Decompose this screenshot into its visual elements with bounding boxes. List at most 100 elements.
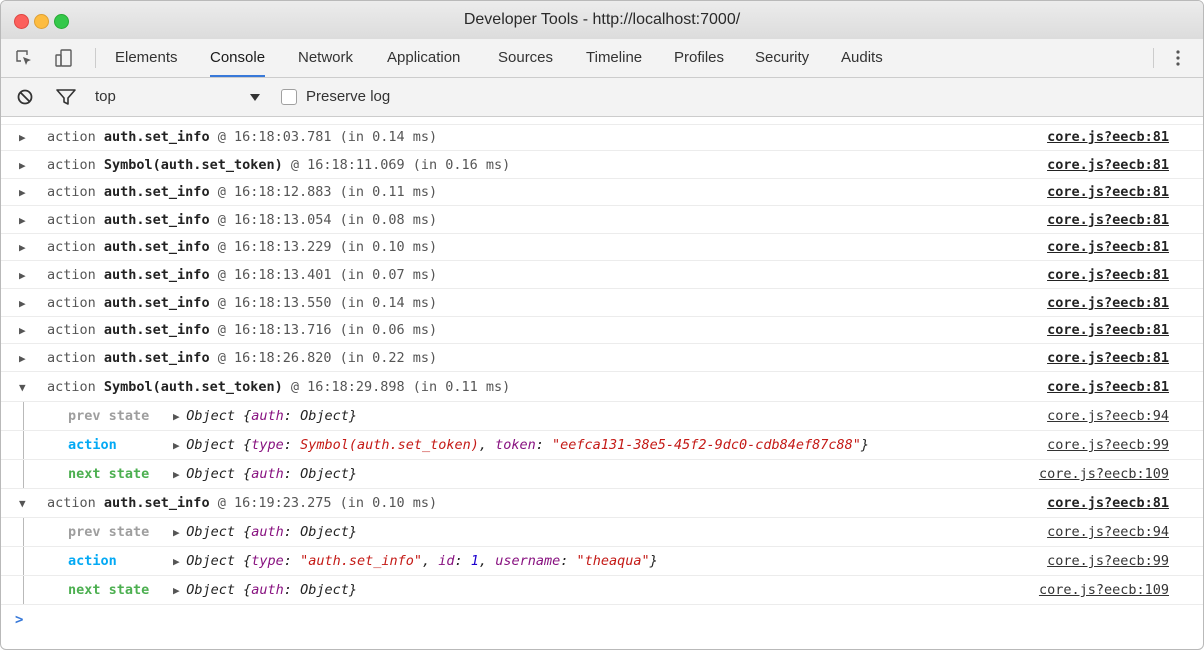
object-preview[interactable]: ▶ Object {type: "auth.set_info", id: 1, … xyxy=(173,547,658,576)
log-row[interactable]: ▶ action auth.set_info @ 16:18:13.054 (in… xyxy=(1,207,1203,234)
action-label: action xyxy=(68,553,117,569)
next-state-row: next state ▶ Object {auth: Object} core.… xyxy=(1,576,1203,605)
console-log: ▶ action auth.set_info @ 16:18:03.781 (in… xyxy=(1,116,1203,649)
clear-console-icon[interactable] xyxy=(16,88,34,110)
collapsed-triangle-icon[interactable]: ▶ xyxy=(19,345,26,372)
inspect-element-icon[interactable] xyxy=(15,49,33,67)
next-state-label: next state xyxy=(68,582,150,598)
source-link[interactable]: core.js?eecb:81 xyxy=(1047,373,1169,402)
expand-triangle-icon: ▶ xyxy=(173,526,187,539)
source-link[interactable]: core.js?eecb:109 xyxy=(1039,460,1169,489)
object-preview[interactable]: ▶ Object {auth: Object} xyxy=(173,518,357,547)
collapsed-triangle-icon[interactable]: ▶ xyxy=(19,317,26,344)
context-select[interactable]: top xyxy=(95,88,116,105)
tab-audits[interactable]: Audits xyxy=(841,39,883,77)
source-link[interactable]: core.js?eecb:94 xyxy=(1047,518,1169,547)
next-state-label: next state xyxy=(68,466,150,482)
log-message: action auth.set_info @ 16:18:13.229 (in … xyxy=(47,239,438,256)
source-link[interactable]: core.js?eecb:81 xyxy=(1047,345,1169,372)
devtools-tab-bar: Elements Console Network Application Sou… xyxy=(1,39,1203,78)
preserve-log-label: Preserve log xyxy=(306,88,391,105)
tab-profiles[interactable]: Profiles xyxy=(674,39,724,77)
next-state-row: next state ▶ Object {auth: Object} core.… xyxy=(1,460,1203,489)
expand-triangle-icon: ▶ xyxy=(173,555,187,568)
log-row[interactable]: ▶ action auth.set_info @ 16:18:13.229 (in… xyxy=(1,234,1203,262)
expand-triangle-icon: ▶ xyxy=(173,410,187,423)
source-link[interactable]: core.js?eecb:81 xyxy=(1047,290,1169,317)
collapsed-triangle-icon[interactable]: ▶ xyxy=(19,262,26,289)
tab-console[interactable]: Console xyxy=(210,39,266,77)
expanded-triangle-icon[interactable]: ▼ xyxy=(19,489,26,518)
collapsed-triangle-icon[interactable]: ▶ xyxy=(19,234,26,261)
preserve-log-checkbox[interactable] xyxy=(281,89,297,105)
collapsed-triangle-icon[interactable]: ▶ xyxy=(19,124,26,151)
expand-triangle-icon: ▶ xyxy=(173,584,187,597)
source-link[interactable]: core.js?eecb:94 xyxy=(1047,402,1169,431)
source-link[interactable]: core.js?eecb:81 xyxy=(1047,207,1169,234)
source-link[interactable]: core.js?eecb:81 xyxy=(1047,179,1169,206)
log-message: action auth.set_info @ 16:19:23.275 (in … xyxy=(47,495,438,511)
window-title: Developer Tools - http://localhost:7000/ xyxy=(463,11,741,28)
collapsed-triangle-icon[interactable]: ▶ xyxy=(19,179,26,206)
object-preview[interactable]: ▶ Object {auth: Object} xyxy=(173,576,357,605)
log-row[interactable]: ▶ action auth.set_info @ 16:18:12.883 (in… xyxy=(1,179,1203,207)
tab-elements[interactable]: Elements xyxy=(115,39,178,77)
devtools-window: Developer Tools - http://localhost:7000/… xyxy=(0,0,1204,650)
source-link[interactable]: core.js?eecb:81 xyxy=(1047,124,1169,151)
toolbar-separator xyxy=(95,48,96,68)
expand-triangle-icon: ▶ xyxy=(173,468,187,481)
log-row[interactable]: ▶ action auth.set_info @ 16:18:03.781 (in… xyxy=(1,124,1203,151)
log-message: action auth.set_info @ 16:18:03.781 (in … xyxy=(47,129,438,145)
prev-state-label: prev state xyxy=(68,524,150,540)
log-message: action auth.set_info @ 16:18:13.054 (in … xyxy=(47,211,438,228)
source-link[interactable]: core.js?eecb:81 xyxy=(1047,234,1169,261)
tab-application[interactable]: Application xyxy=(387,39,460,77)
source-link[interactable]: core.js?eecb:81 xyxy=(1047,262,1169,289)
tab-sources[interactable]: Sources xyxy=(498,39,553,77)
title-bar: Developer Tools - http://localhost:7000/ xyxy=(1,1,1203,40)
console-prompt-icon[interactable]: > xyxy=(15,612,23,628)
log-message: action auth.set_info @ 16:18:13.550 (in … xyxy=(47,294,438,311)
log-message: action Symbol(auth.set_token) @ 16:18:11… xyxy=(47,156,511,173)
source-link[interactable]: core.js?eecb:109 xyxy=(1039,576,1169,605)
collapsed-triangle-icon[interactable]: ▶ xyxy=(19,207,26,234)
object-preview[interactable]: ▶ Object {type: Symbol(auth.set_token), … xyxy=(173,431,869,460)
tab-network[interactable]: Network xyxy=(298,39,353,77)
device-toolbar-icon[interactable] xyxy=(55,49,73,67)
log-row[interactable]: ▶ action auth.set_info @ 16:18:13.401 (in… xyxy=(1,262,1203,289)
more-vertical-icon[interactable] xyxy=(1163,39,1193,77)
object-preview[interactable]: ▶ Object {auth: Object} xyxy=(173,402,357,431)
source-link[interactable]: core.js?eecb:81 xyxy=(1047,489,1169,518)
action-row: action ▶ Object {type: "auth.set_info", … xyxy=(1,547,1203,576)
dropdown-arrow-icon[interactable] xyxy=(249,90,261,107)
source-link[interactable]: core.js?eecb:99 xyxy=(1047,431,1169,460)
log-group-header[interactable]: ▼ action Symbol(auth.set_token) @ 16:18:… xyxy=(1,373,1203,402)
prev-state-label: prev state xyxy=(68,408,150,424)
tab-security[interactable]: Security xyxy=(755,39,809,77)
log-row[interactable]: ▶ action auth.set_info @ 16:18:13.550 (in… xyxy=(1,290,1203,317)
log-message: action Symbol(auth.set_token) @ 16:18:29… xyxy=(47,379,511,395)
log-message: action auth.set_info @ 16:18:13.716 (in … xyxy=(47,322,438,339)
tab-timeline[interactable]: Timeline xyxy=(586,39,642,77)
log-message: action auth.set_info @ 16:18:26.820 (in … xyxy=(47,349,438,366)
log-row[interactable]: ▶ action auth.set_info @ 16:18:13.716 (in… xyxy=(1,317,1203,345)
source-link[interactable]: core.js?eecb:81 xyxy=(1047,152,1169,179)
source-link[interactable]: core.js?eecb:99 xyxy=(1047,547,1169,576)
object-preview[interactable]: ▶ Object {auth: Object} xyxy=(173,460,357,489)
log-message: action auth.set_info @ 16:18:12.883 (in … xyxy=(47,184,438,201)
collapsed-triangle-icon[interactable]: ▶ xyxy=(19,152,26,179)
source-link[interactable]: core.js?eecb:81 xyxy=(1047,317,1169,344)
log-row[interactable]: ▶ action Symbol(auth.set_token) @ 16:18:1… xyxy=(1,152,1203,179)
log-message: action auth.set_info @ 16:18:13.401 (in … xyxy=(47,267,438,283)
action-label: action xyxy=(68,437,117,453)
action-row: action ▶ Object {type: Symbol(auth.set_t… xyxy=(1,431,1203,460)
expand-triangle-icon: ▶ xyxy=(173,439,187,452)
filter-icon[interactable] xyxy=(55,88,77,110)
prev-state-row: prev state ▶ Object {auth: Object} core.… xyxy=(1,518,1203,547)
collapsed-triangle-icon[interactable]: ▶ xyxy=(19,290,26,317)
log-group-header[interactable]: ▼ action auth.set_info @ 16:19:23.275 (i… xyxy=(1,489,1203,518)
toolbar-separator xyxy=(1153,48,1154,68)
log-row[interactable]: ▶ action auth.set_info @ 16:18:26.820 (in… xyxy=(1,345,1203,372)
expanded-triangle-icon[interactable]: ▼ xyxy=(19,373,26,402)
console-filter-bar: top Preserve log xyxy=(1,78,1203,117)
